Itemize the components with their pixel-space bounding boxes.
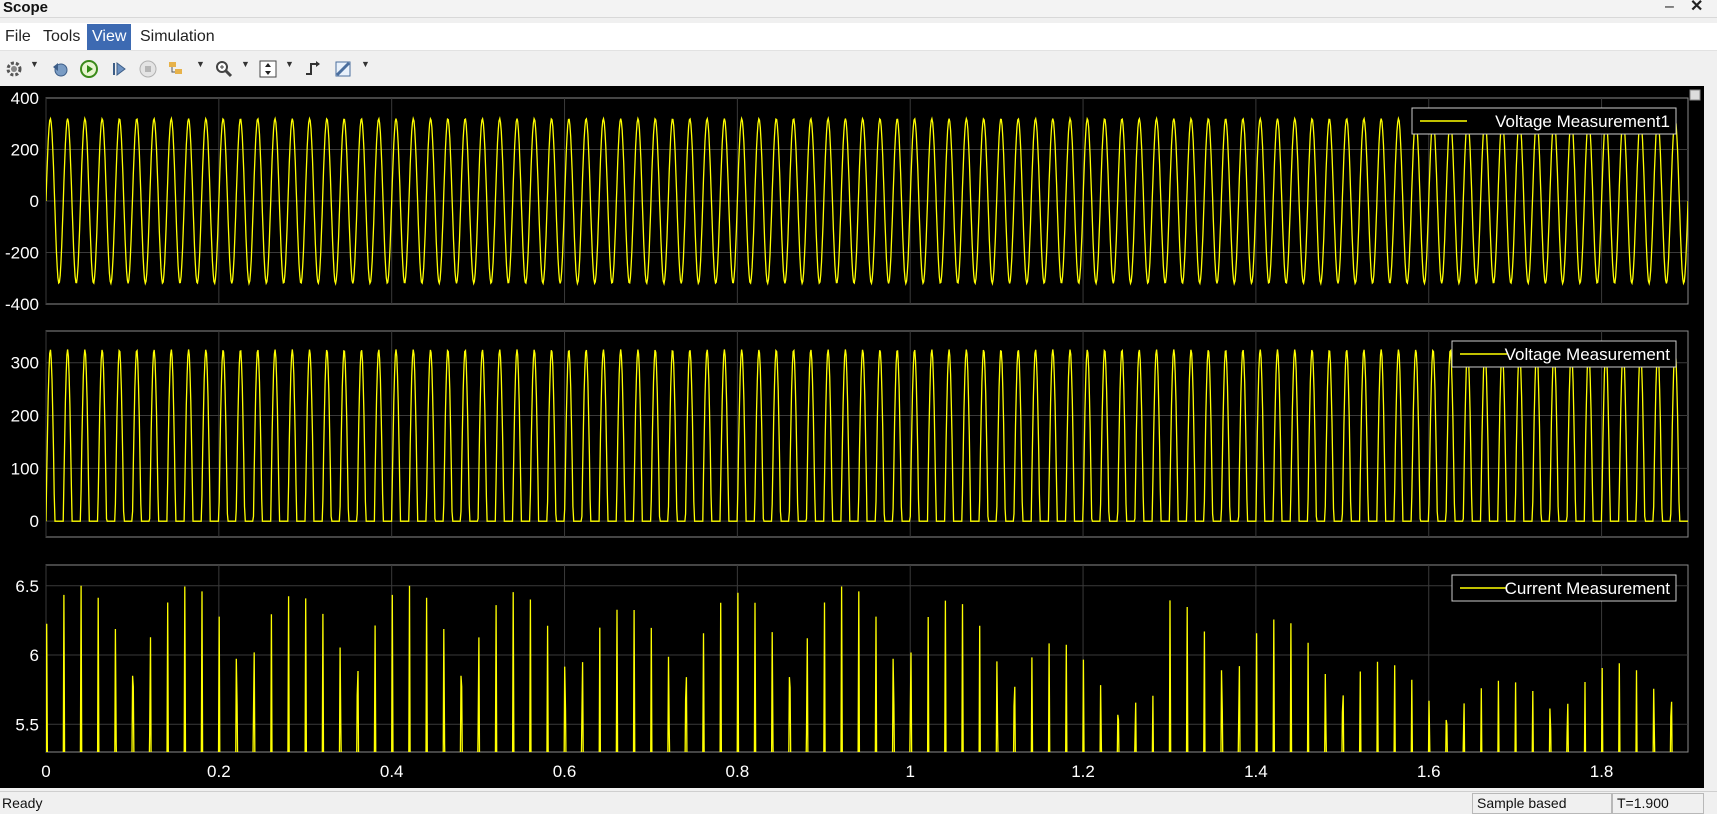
y-tick-label: 200 [11,407,39,426]
x-tick-label: 1 [905,762,914,781]
legend-label: Current Measurement [1505,579,1671,598]
undock-icon [1689,89,1701,101]
menu-file[interactable]: File [0,24,36,50]
y-tick-label: -200 [5,244,39,263]
y-tick-label: 5.5 [15,715,39,734]
plot-panel-2: 300 200 100 0 Voltage Measurement [11,330,1689,538]
stop-icon[interactable] [136,57,160,81]
menu-view[interactable]: View [87,24,132,50]
plot-panel-3: 6.5 6 5.5 Current Measurement 0 0.2 0.4 0.6 0.8 1… [15,564,1689,781]
toolbar: ▼ ▼ ▼ ▼ ▼ [0,52,1717,86]
y-tick-label: 400 [11,89,39,108]
y-tick-label: 300 [11,354,39,373]
zoom-icon[interactable] [212,57,236,81]
menu-tools[interactable]: Tools [38,24,85,50]
x-tick-label: 1.6 [1417,762,1441,781]
window-titlebar: Scope – ✕ [0,0,1717,18]
measurements-icon[interactable] [331,57,355,81]
legend-label: Voltage Measurement1 [1495,112,1670,131]
scale-dropdown-arrow[interactable]: ▼ [285,59,294,69]
x-tick-label: 0.2 [207,762,231,781]
window-title: Scope [3,0,49,16]
x-tick-label: 0.6 [553,762,577,781]
status-sim-time: T=1.900 [1612,793,1704,814]
y-tick-label: 6.5 [15,577,39,596]
x-tick-label: 0 [41,762,50,781]
settings-gear-icon[interactable] [2,57,26,81]
x-tick-label: 0.8 [726,762,750,781]
menu-simulation[interactable]: Simulation [135,24,220,50]
zoom-dropdown-arrow[interactable]: ▼ [241,59,250,69]
y-tick-label: 100 [11,459,39,478]
settings-dropdown-arrow[interactable]: ▼ [30,59,39,69]
run-icon[interactable] [77,57,101,81]
status-sample-mode: Sample based [1472,793,1612,814]
menu-bar: File Tools View Simulation [0,23,1717,51]
y-tick-label: 6 [30,646,39,665]
scope-plots: 4002000-200-400Voltage Measurement130020… [5,89,1701,781]
window-edge [1704,86,1717,788]
x-tick-label: 0.4 [380,762,404,781]
y-tick-label: 0 [30,512,39,531]
signal-trace [46,585,1688,752]
plot-panel-1: 400 200 0 -200 -400 Voltage Measurement1 [5,89,1689,314]
restore-config-icon[interactable] [48,57,72,81]
signal-trace [46,348,1688,522]
x-tick-label: 1.4 [1244,762,1268,781]
status-bar: Ready Sample based T=1.900 [0,791,1717,814]
measurements-dropdown-arrow[interactable]: ▼ [361,59,370,69]
x-tick-label: 1.2 [1071,762,1095,781]
highlight-dropdown-arrow[interactable]: ▼ [196,59,205,69]
legend-label: Voltage Measurement [1505,345,1671,364]
x-tick-label: 1.8 [1590,762,1614,781]
close-button[interactable]: ✕ [1690,0,1703,16]
status-ready: Ready [2,795,43,811]
scale-axes-icon[interactable] [256,57,280,81]
y-tick-label: 200 [11,141,39,160]
y-tick-label: -400 [5,295,39,314]
highlight-signal-icon[interactable] [164,57,188,81]
minimize-button[interactable]: – [1665,0,1674,16]
step-forward-icon[interactable] [107,57,131,81]
y-tick-label: 0 [30,192,39,211]
triggers-icon[interactable] [301,57,325,81]
